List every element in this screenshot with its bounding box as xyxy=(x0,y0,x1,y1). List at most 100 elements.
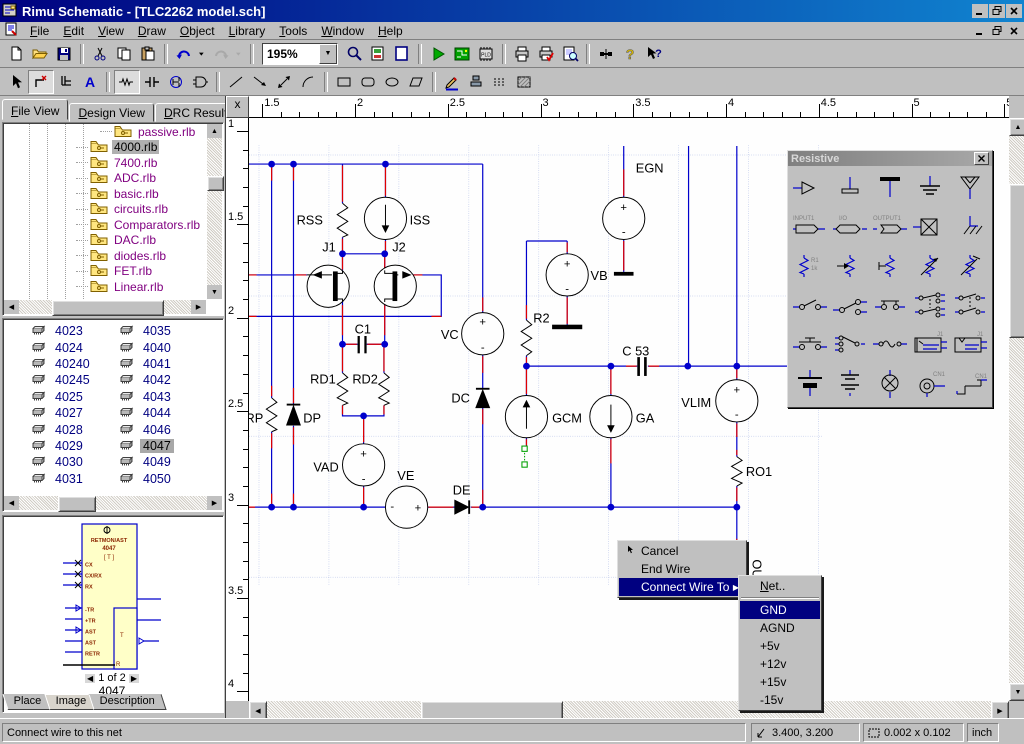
connector-cn1-icon[interactable]: CN1 xyxy=(950,363,990,402)
tab-design-view[interactable]: Design View xyxy=(69,103,154,122)
scroll-left-icon[interactable]: ◀ xyxy=(4,496,19,510)
scroll-down-icon[interactable]: ▼ xyxy=(207,285,222,299)
palette-close-icon[interactable] xyxy=(974,152,989,165)
part-item-4050[interactable]: 4050 xyxy=(119,471,174,487)
mdi-close-button[interactable] xyxy=(1006,24,1022,38)
palette-titlebar[interactable]: Resistive xyxy=(788,151,992,166)
tree-hscrollbar[interactable]: ◀ ▶ xyxy=(4,300,206,314)
pld-button[interactable]: PLD xyxy=(474,43,498,65)
pcb-button[interactable] xyxy=(450,43,474,65)
varistor-icon[interactable] xyxy=(950,246,990,285)
canvas-hscrollbar[interactable]: ◀ ▶ xyxy=(249,701,1009,718)
net-menu-+15v[interactable]: +15v xyxy=(740,673,820,691)
scroll-left-icon[interactable]: ◀ xyxy=(4,300,19,314)
tree-item-ADC-rlb[interactable]: ADC.rlb xyxy=(4,171,206,187)
document-icon[interactable] xyxy=(4,22,19,40)
sheet-new-button[interactable] xyxy=(390,43,414,65)
tree-item-Comparators-rlb[interactable]: Comparators.rlb xyxy=(4,217,206,233)
part-item-4025[interactable]: 4025 xyxy=(31,389,93,405)
wire-button[interactable] xyxy=(28,70,54,94)
hatch-button[interactable] xyxy=(512,71,536,93)
signal-ground-icon[interactable] xyxy=(830,168,870,207)
part-item-4043[interactable]: 4043 xyxy=(119,389,174,405)
earth-ground-icon[interactable] xyxy=(910,168,950,207)
tree-item-DAC-rlb[interactable]: DAC.rlb xyxy=(4,233,206,249)
preview-tab-description[interactable]: Description xyxy=(89,694,167,710)
battery-multi-icon[interactable] xyxy=(830,363,870,402)
coax-cn1-icon[interactable]: CN1 xyxy=(910,363,950,402)
menu-library[interactable]: Library xyxy=(222,23,273,39)
part-item-4041[interactable]: 4041 xyxy=(119,356,174,372)
scroll-down-icon[interactable]: ▼ xyxy=(1009,683,1024,701)
menu-help[interactable]: Help xyxy=(371,23,410,39)
resistor-button[interactable] xyxy=(114,70,140,94)
menu-draw[interactable]: Draw xyxy=(131,23,173,39)
part-item-4029[interactable]: 4029 xyxy=(31,438,93,454)
zoom-dropdown-icon[interactable]: ▼ xyxy=(319,44,337,64)
polygon-button[interactable] xyxy=(404,71,428,93)
fuse-icon[interactable] xyxy=(870,324,910,363)
ic-button[interactable] xyxy=(164,71,188,93)
close-button[interactable] xyxy=(1006,4,1022,18)
ellipse-button[interactable] xyxy=(380,71,404,93)
rect-button[interactable] xyxy=(332,71,356,93)
tab-file-view[interactable]: File View xyxy=(2,99,68,120)
tree-vscroll-thumb[interactable] xyxy=(207,176,224,191)
round-rect-button[interactable] xyxy=(356,71,380,93)
redo-drop-button[interactable] xyxy=(233,43,246,65)
part-item-40240[interactable]: 40240 xyxy=(31,356,93,372)
buffer-icon[interactable] xyxy=(790,168,830,207)
tree-hscroll-thumb[interactable] xyxy=(52,300,164,316)
part-item-4028[interactable]: 4028 xyxy=(31,421,93,437)
rotary-switch-icon[interactable] xyxy=(830,324,870,363)
canvas-vscrollbar[interactable]: ▲ ▼ xyxy=(1009,118,1024,701)
part-item-4049[interactable]: 4049 xyxy=(119,454,174,470)
pushbutton-icon[interactable] xyxy=(790,324,830,363)
part-item-4047[interactable]: 4047 xyxy=(119,438,174,454)
resistor-r1-icon[interactable]: R11k xyxy=(790,246,830,285)
menu-tools[interactable]: Tools xyxy=(272,23,314,39)
net-menu-agnd[interactable]: AGND xyxy=(740,619,820,637)
stamp-button[interactable] xyxy=(464,71,488,93)
menu-object[interactable]: Object xyxy=(173,23,222,39)
paste-button[interactable] xyxy=(136,43,160,65)
menu-view[interactable]: View xyxy=(91,23,131,39)
double-arrow-button[interactable] xyxy=(272,71,296,93)
tree-item-passive-rlb[interactable]: passive.rlb xyxy=(4,124,206,140)
context-menu-cancel[interactable]: Cancel xyxy=(619,542,745,560)
print-button[interactable] xyxy=(510,43,534,65)
arrow-button[interactable] xyxy=(248,71,272,93)
trimmer-icon[interactable] xyxy=(870,246,910,285)
zoom-level-combo[interactable]: 195%▼ xyxy=(262,43,338,65)
spst-switch-icon[interactable] xyxy=(790,285,830,324)
run-button[interactable] xyxy=(426,43,450,65)
tree-item-7400-rlb[interactable]: 7400.rlb xyxy=(4,155,206,171)
chassis-ground-icon[interactable] xyxy=(950,207,990,246)
window-titlebar[interactable]: Rimu Schematic - [TLC2262 model.sch] xyxy=(0,0,1024,22)
arc-button[interactable] xyxy=(296,71,320,93)
save-button[interactable] xyxy=(52,43,76,65)
tree-item-diodes-rlb[interactable]: diodes.rlb xyxy=(4,248,206,264)
open-button[interactable] xyxy=(28,43,52,65)
undo-drop-button[interactable] xyxy=(196,43,209,65)
scroll-right-icon[interactable]: ▶ xyxy=(207,496,222,510)
canvas-vscroll-thumb[interactable] xyxy=(1009,184,1024,338)
net-menu-net[interactable]: Net.. xyxy=(740,577,820,595)
vcc-bar-icon[interactable] xyxy=(870,168,910,207)
sheet-image-button[interactable] xyxy=(366,43,390,65)
part-item-4031[interactable]: 4031 xyxy=(31,471,93,487)
part-item-4023[interactable]: 4023 xyxy=(31,323,93,339)
part-item-4035[interactable]: 4035 xyxy=(119,323,174,339)
mdi-minimize-button[interactable] xyxy=(972,24,988,38)
select-button[interactable] xyxy=(4,71,28,93)
io-port-icon[interactable]: I/O xyxy=(830,207,870,246)
scroll-up-icon[interactable]: ▲ xyxy=(207,124,222,138)
lamp-icon[interactable] xyxy=(870,363,910,402)
gate-button[interactable] xyxy=(188,71,212,93)
part-item-4046[interactable]: 4046 xyxy=(119,421,174,437)
tree-item-circuits-rlb[interactable]: circuits.rlb xyxy=(4,202,206,218)
parts-hscrollbar[interactable]: ◀ ▶ xyxy=(4,496,222,510)
zoom-tool-button[interactable] xyxy=(342,43,366,65)
net-menu--15v[interactable]: -15v xyxy=(740,691,820,709)
rheostat-icon[interactable] xyxy=(910,246,950,285)
